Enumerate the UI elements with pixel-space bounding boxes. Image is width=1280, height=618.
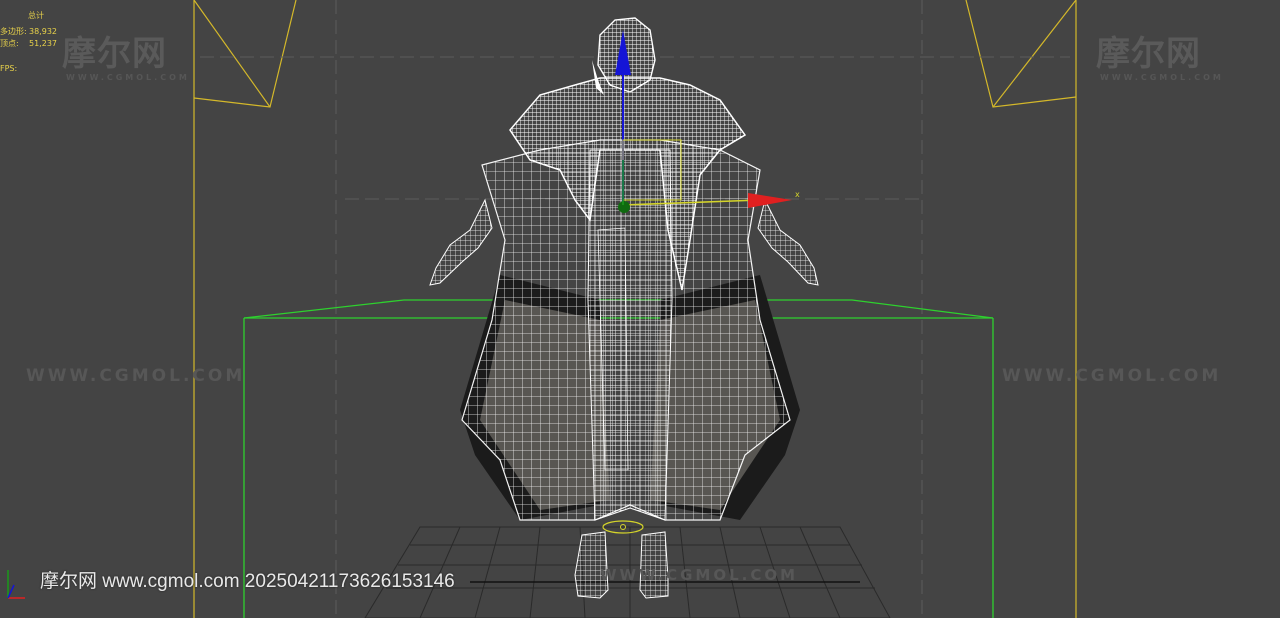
watermark-logo-sub-right: WWW.CGMOL.COM — [1100, 73, 1224, 82]
gizmo-x-label: x — [795, 190, 800, 199]
gizmo-x-arrow — [748, 193, 792, 208]
axis-tripod-icon — [7, 570, 25, 599]
vertices-label: 顶点: — [0, 39, 19, 48]
3d-viewport[interactable]: x 总计 多边形: 38,932 顶点: 51,237 FPS: 摩尔网 WWW.C… — [0, 0, 1280, 618]
gizmo-y-handle — [618, 201, 630, 213]
watermark-url-bottom: WWW.CGMOL.COM — [600, 566, 799, 584]
image-stamp: 摩尔网 www.cgmol.com 20250421173626153146 — [40, 571, 455, 592]
stats-title: 总计 — [28, 11, 44, 20]
polygons-value: 38,932 — [29, 27, 57, 36]
viewport-canvas — [7, 0, 1077, 618]
polygons-label: 多边形: — [0, 27, 27, 36]
watermark-logo-left: 摩尔网 — [62, 34, 167, 74]
watermark-logo-right: 摩尔网 — [1096, 34, 1201, 74]
stats-vertices-row: 顶点: 51,237 — [0, 38, 57, 49]
fps-label: FPS: — [0, 64, 18, 73]
watermark-url-right: WWW.CGMOL.COM — [1002, 366, 1222, 386]
stats-polygons-row: 多边形: 38,932 — [0, 26, 57, 37]
watermark-url-left: WWW.CGMOL.COM — [26, 366, 246, 386]
vertices-value: 51,237 — [29, 39, 57, 48]
watermark-logo-sub-left: WWW.CGMOL.COM — [66, 73, 190, 82]
